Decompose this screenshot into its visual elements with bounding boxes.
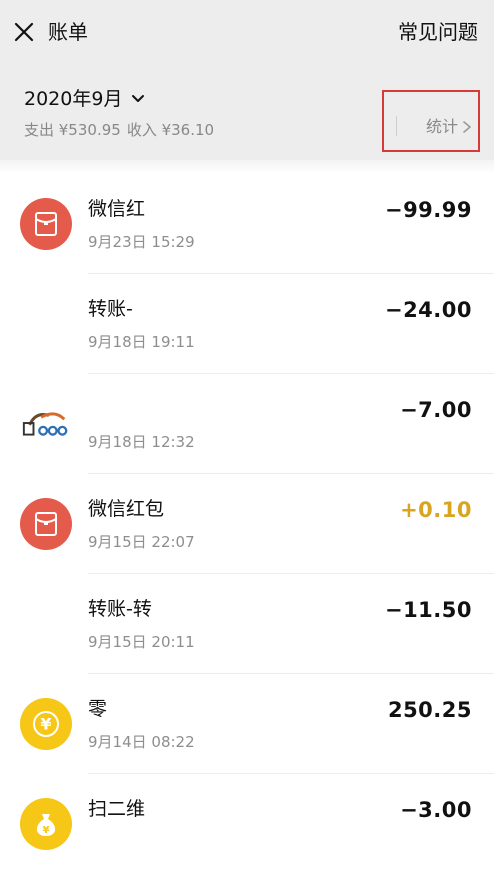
transaction-date: 9月23日 15:29 — [88, 233, 195, 251]
blank-avatar — [20, 298, 72, 350]
chevron-down-icon — [130, 91, 146, 107]
yuan-coin-icon: ¥ — [20, 698, 72, 750]
red-packet-icon — [20, 498, 72, 550]
transaction-amount: −7.00 — [400, 398, 472, 422]
transaction-name: 转账- — [88, 298, 133, 320]
list-top-shadow — [0, 160, 494, 174]
transaction-name: 转账-转 — [88, 598, 152, 620]
money-bag-icon: ¥ — [20, 798, 72, 850]
transaction-row[interactable]: 微信红包 9月15日 22:07 +0.10 — [0, 474, 494, 574]
top-bar: 账单 常见问题 — [0, 0, 494, 64]
income-total: 收入 ¥36.10 — [126, 121, 215, 139]
faq-button[interactable]: 常见问题 — [398, 18, 478, 46]
page-title: 账单 — [48, 20, 88, 44]
chevron-right-icon — [462, 120, 472, 134]
close-icon[interactable] — [10, 18, 38, 46]
transaction-list: 微信红 9月23日 15:29 −99.99 转账- 9月18日 19:11 −… — [0, 160, 494, 874]
transaction-name: 零 — [88, 698, 108, 720]
svg-text:¥: ¥ — [43, 825, 50, 836]
transaction-name: 微信红包 — [88, 498, 165, 520]
transaction-amount: −11.50 — [384, 598, 472, 622]
transaction-row[interactable]: ¥ 零 9月14日 08:22 250.25 — [0, 674, 494, 774]
stats-divider — [396, 116, 397, 136]
month-selector[interactable]: 2020年9月 — [24, 86, 146, 112]
svg-text:¥: ¥ — [40, 715, 51, 734]
merchant-logo-icon — [20, 398, 72, 450]
expense-total: 支出 ¥530.95 — [24, 121, 121, 139]
transaction-name: 微信红 — [88, 198, 146, 220]
transaction-row[interactable]: 9月18日 12:32 −7.00 — [0, 374, 494, 474]
transaction-date: 9月18日 19:11 — [88, 333, 195, 351]
red-packet-icon — [20, 198, 72, 250]
transaction-date: 9月18日 12:32 — [88, 433, 195, 451]
month-label: 2020年9月 — [24, 88, 123, 110]
transaction-date: 9月14日 08:22 — [88, 733, 195, 751]
transaction-row[interactable]: 转账-转 9月15日 20:11 −11.50 — [0, 574, 494, 674]
transaction-date: 9月15日 22:07 — [88, 533, 195, 551]
transaction-amount: −3.00 — [400, 798, 472, 822]
transaction-date: 9月15日 20:11 — [88, 633, 195, 651]
stats-label: 统计 — [426, 117, 459, 136]
transaction-amount: −99.99 — [384, 198, 472, 222]
transaction-row[interactable]: ¥ 扫二维 −3.00 — [0, 774, 494, 874]
totals: 支出 ¥530.95 收入 ¥36.10 — [24, 120, 214, 140]
transaction-name: 扫二维 — [88, 798, 146, 820]
transaction-amount: +0.10 — [400, 498, 472, 522]
transaction-amount: −24.00 — [384, 298, 472, 322]
transaction-row[interactable]: 微信红 9月23日 15:29 −99.99 — [0, 174, 494, 274]
transaction-row[interactable]: 转账- 9月18日 19:11 −24.00 — [0, 274, 494, 374]
transaction-amount: 250.25 — [387, 698, 472, 722]
blank-avatar — [20, 598, 72, 650]
stats-button[interactable]: 统计 — [426, 116, 472, 138]
